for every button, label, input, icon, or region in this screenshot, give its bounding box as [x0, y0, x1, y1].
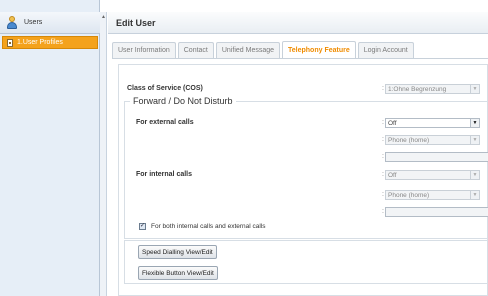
sidebar-item-user-profiles[interactable]: 1.User Profiles [2, 36, 98, 49]
forward-dnd-group-title: Forward / Do Not Disturb [130, 96, 236, 106]
tab-bar: User Information Contact Unified Message… [112, 41, 416, 59]
tab-login-account[interactable]: Login Account [357, 42, 414, 58]
chevron-down-icon: ▼ [470, 85, 479, 93]
tab-user-information[interactable]: User Information [112, 42, 176, 58]
forward-dnd-group [124, 101, 488, 239]
tab-divider [112, 58, 488, 59]
users-icon [6, 15, 18, 30]
sidebar-header-label: Users [24, 19, 43, 26]
main-content: Edit User User Information Contact Unifi… [108, 12, 488, 296]
collapse-arrow-icon[interactable]: ▲ [101, 14, 106, 20]
cos-select[interactable]: 1:Ohne Begrenzung ▼ [385, 84, 480, 94]
sidebar-item-label: 1.User Profiles [17, 39, 63, 46]
cos-label: Class of Service (COS) [127, 85, 203, 92]
sidebar-header-users[interactable]: Users [0, 12, 100, 34]
sidebar: Users 1.User Profiles [0, 0, 100, 296]
document-icon [7, 38, 13, 47]
tab-contact[interactable]: Contact [177, 42, 214, 58]
page-title: Edit User [116, 17, 156, 28]
sidebar-splitter[interactable]: ▲ [100, 12, 107, 296]
title-bar: Edit User [108, 12, 488, 34]
speed-dialling-button[interactable]: Speed Dialling View/Edit [138, 245, 217, 259]
tab-telephony-feature[interactable]: Telephony Feature [282, 41, 356, 59]
cos-select-value: 1:Ohne Begrenzung [388, 85, 447, 93]
flexible-button-button[interactable]: Flexible Button View/Edit [138, 266, 218, 280]
tab-unified-message[interactable]: Unified Message [215, 42, 281, 58]
cos-colon: : [382, 85, 384, 92]
